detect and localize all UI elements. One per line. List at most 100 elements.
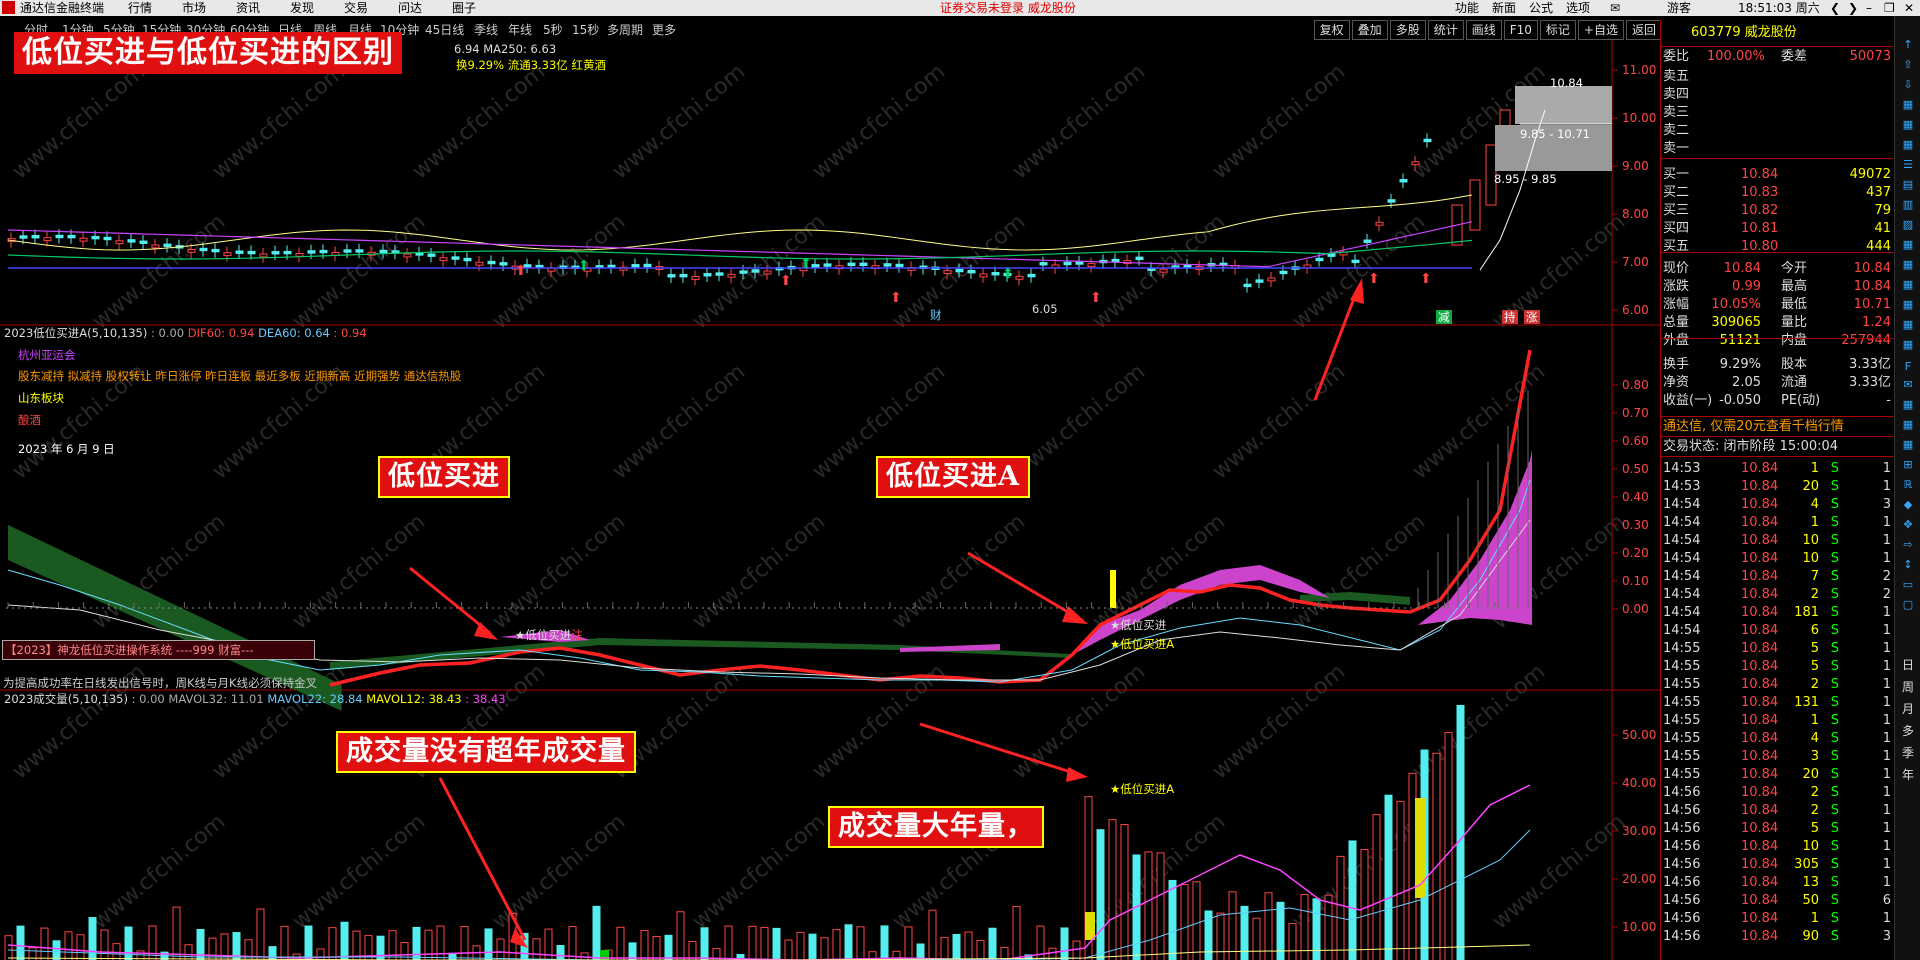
user-label[interactable]: 游客 (1667, 0, 1691, 16)
period-tab-more[interactable]: 更多 (652, 20, 676, 40)
tool-icon[interactable]: ▦ (1897, 98, 1919, 111)
tool-icon[interactable]: ↕ (1897, 558, 1919, 571)
tool-icon[interactable]: ▦ (1897, 298, 1919, 311)
tick-row: 14:56 10.84 90 S 3 (1661, 928, 1895, 946)
minimize-icon[interactable]: – (1866, 0, 1872, 16)
tool-statistics[interactable]: 统计 (1427, 20, 1464, 40)
tool-icon[interactable]: ▦ (1897, 258, 1919, 271)
tool-icon[interactable]: ▦ (1897, 398, 1919, 411)
period-tab-15s[interactable]: 15秒 (572, 20, 599, 40)
menu-formula[interactable]: 公式 (1529, 0, 1553, 16)
period-tab-multi[interactable]: 多周期 (607, 20, 643, 40)
tool-icon[interactable]: ▦ (1897, 278, 1919, 291)
tool-icon[interactable]: ☰ (1897, 158, 1919, 171)
volume-bar (556, 945, 565, 960)
tool-icon[interactable]: ⇩ (1897, 78, 1919, 91)
tool-icon[interactable]: ✥ (1897, 518, 1919, 531)
quote-cell: S (1830, 911, 1839, 926)
period-tab-year[interactable]: 年线 (508, 20, 532, 40)
candle-body (631, 264, 640, 268)
tool-icon[interactable]: ℝ (1897, 478, 1919, 491)
forward-icon[interactable]: ❯ (1848, 0, 1858, 16)
tool-overlay[interactable]: 叠加 (1351, 20, 1388, 40)
quote-cell: 6 (1810, 623, 1819, 638)
period-tab-5s[interactable]: 5秒 (543, 20, 563, 40)
period-side-tab[interactable]: 日 (1897, 656, 1919, 673)
tool-icon[interactable]: ⇧ (1897, 58, 1919, 71)
menu-quotes[interactable]: 行情 (128, 0, 152, 16)
tool-icon[interactable]: ⇨ (1897, 538, 1919, 551)
mail-icon[interactable]: ✉ (1610, 0, 1620, 16)
tick-row: 14:55 10.84 2 S 1 (1661, 676, 1895, 694)
maximize-icon[interactable]: ❐ (1884, 0, 1895, 16)
close-icon[interactable]: ✕ (1904, 0, 1914, 16)
axis-label: 11.00 (1622, 63, 1656, 77)
quote-cell: 0.99 (1732, 279, 1761, 294)
candle-body (1375, 221, 1384, 226)
axis-label: 7.00 (1622, 255, 1649, 269)
menu-trade[interactable]: 交易 (344, 0, 368, 16)
tool-icon[interactable]: ▦ (1897, 318, 1919, 331)
tool-icon[interactable]: ▢ (1897, 598, 1919, 611)
tag-rise[interactable]: 涨 (1524, 310, 1540, 324)
period-side-tab[interactable]: 周 (1897, 678, 1919, 695)
tool-icon[interactable]: ▤ (1897, 178, 1919, 191)
menu-market[interactable]: 市场 (182, 0, 206, 16)
menu-news[interactable]: 资讯 (236, 0, 260, 16)
candle-body (979, 273, 988, 278)
quote-cell: 14:53 (1663, 461, 1701, 476)
tool-icon[interactable]: ▭ (1897, 578, 1919, 591)
tool-back[interactable]: 返回 (1625, 20, 1662, 40)
label-vol-not-exceed: 成交量没有超年成交量 (336, 731, 636, 773)
tool-icon[interactable]: ▥ (1897, 198, 1919, 211)
period-side-tab[interactable]: 季 (1897, 744, 1919, 761)
tool-mark[interactable]: 标记 (1539, 20, 1576, 40)
watermark-text: www.cfchi.com (808, 59, 950, 184)
ad-row[interactable]: 通达信, 仅需20元查看千档行情 (1661, 418, 1895, 436)
menu-wenda[interactable]: 问达 (398, 0, 422, 16)
tool-add-watchlist[interactable]: +自选 (1577, 20, 1624, 40)
menu-discover[interactable]: 发现 (290, 0, 314, 16)
period-tab-season[interactable]: 季线 (474, 20, 498, 40)
tool-icon[interactable]: ↑ (1897, 38, 1919, 51)
period-side-tab[interactable]: 多 (1897, 722, 1919, 739)
quote-cell: 4 (1810, 731, 1819, 746)
quote-cell: 今开 (1781, 261, 1808, 276)
tool-icon[interactable]: ▦ (1897, 238, 1919, 251)
period-side-tab[interactable]: 年 (1897, 766, 1919, 783)
volume-bar (904, 926, 913, 960)
quote-cell: S (1830, 533, 1839, 548)
tool-draw-line[interactable]: 画线 (1465, 20, 1502, 40)
back-icon[interactable]: ❮ (1830, 0, 1840, 16)
tool-restore-rights[interactable]: 复权 (1313, 20, 1350, 40)
tool-icon[interactable]: ▦ (1897, 138, 1919, 151)
volume-bar (928, 909, 937, 960)
period-side-tab[interactable]: 月 (1897, 700, 1919, 717)
quote-cell: 14:55 (1663, 767, 1701, 782)
tool-icon[interactable]: ▦ (1897, 118, 1919, 131)
tag-reduce[interactable]: 减 (1436, 310, 1452, 324)
tool-f10[interactable]: F10 (1503, 20, 1538, 40)
menu-new-page[interactable]: 新面 (1492, 0, 1516, 16)
login-notice[interactable]: 证券交易未登录 威龙股份 (940, 0, 1076, 16)
candle-body (499, 262, 508, 266)
tool-icon[interactable]: ▨ (1897, 218, 1919, 231)
tool-icon[interactable]: ✉ (1897, 378, 1919, 391)
period-tab-45day[interactable]: 45日线 (425, 20, 464, 40)
tool-icon[interactable]: ⊞ (1897, 458, 1919, 471)
tool-icon[interactable]: ▦ (1897, 438, 1919, 451)
tool-icon[interactable]: ◆ (1897, 498, 1919, 511)
quote-cell: 10.84 (1741, 749, 1779, 764)
quote-cell: 14:54 (1663, 515, 1701, 530)
tag-hold[interactable]: 持 (1502, 310, 1518, 324)
menu-circle[interactable]: 圈子 (452, 0, 476, 16)
tool-icon[interactable]: Ｆ (1897, 358, 1919, 374)
menu-function[interactable]: 功能 (1455, 0, 1479, 16)
tool-icon[interactable]: ▦ (1897, 338, 1919, 351)
tool-icon[interactable]: ▦ (1897, 418, 1919, 431)
tool-multi-stock[interactable]: 多股 (1389, 20, 1426, 40)
axis-label: 0.00 (1622, 602, 1649, 616)
menu-options[interactable]: 选项 (1566, 0, 1590, 16)
finance-marker[interactable]: 财 (930, 308, 942, 322)
stock-title[interactable]: 603779 威龙股份 (1661, 24, 1895, 42)
